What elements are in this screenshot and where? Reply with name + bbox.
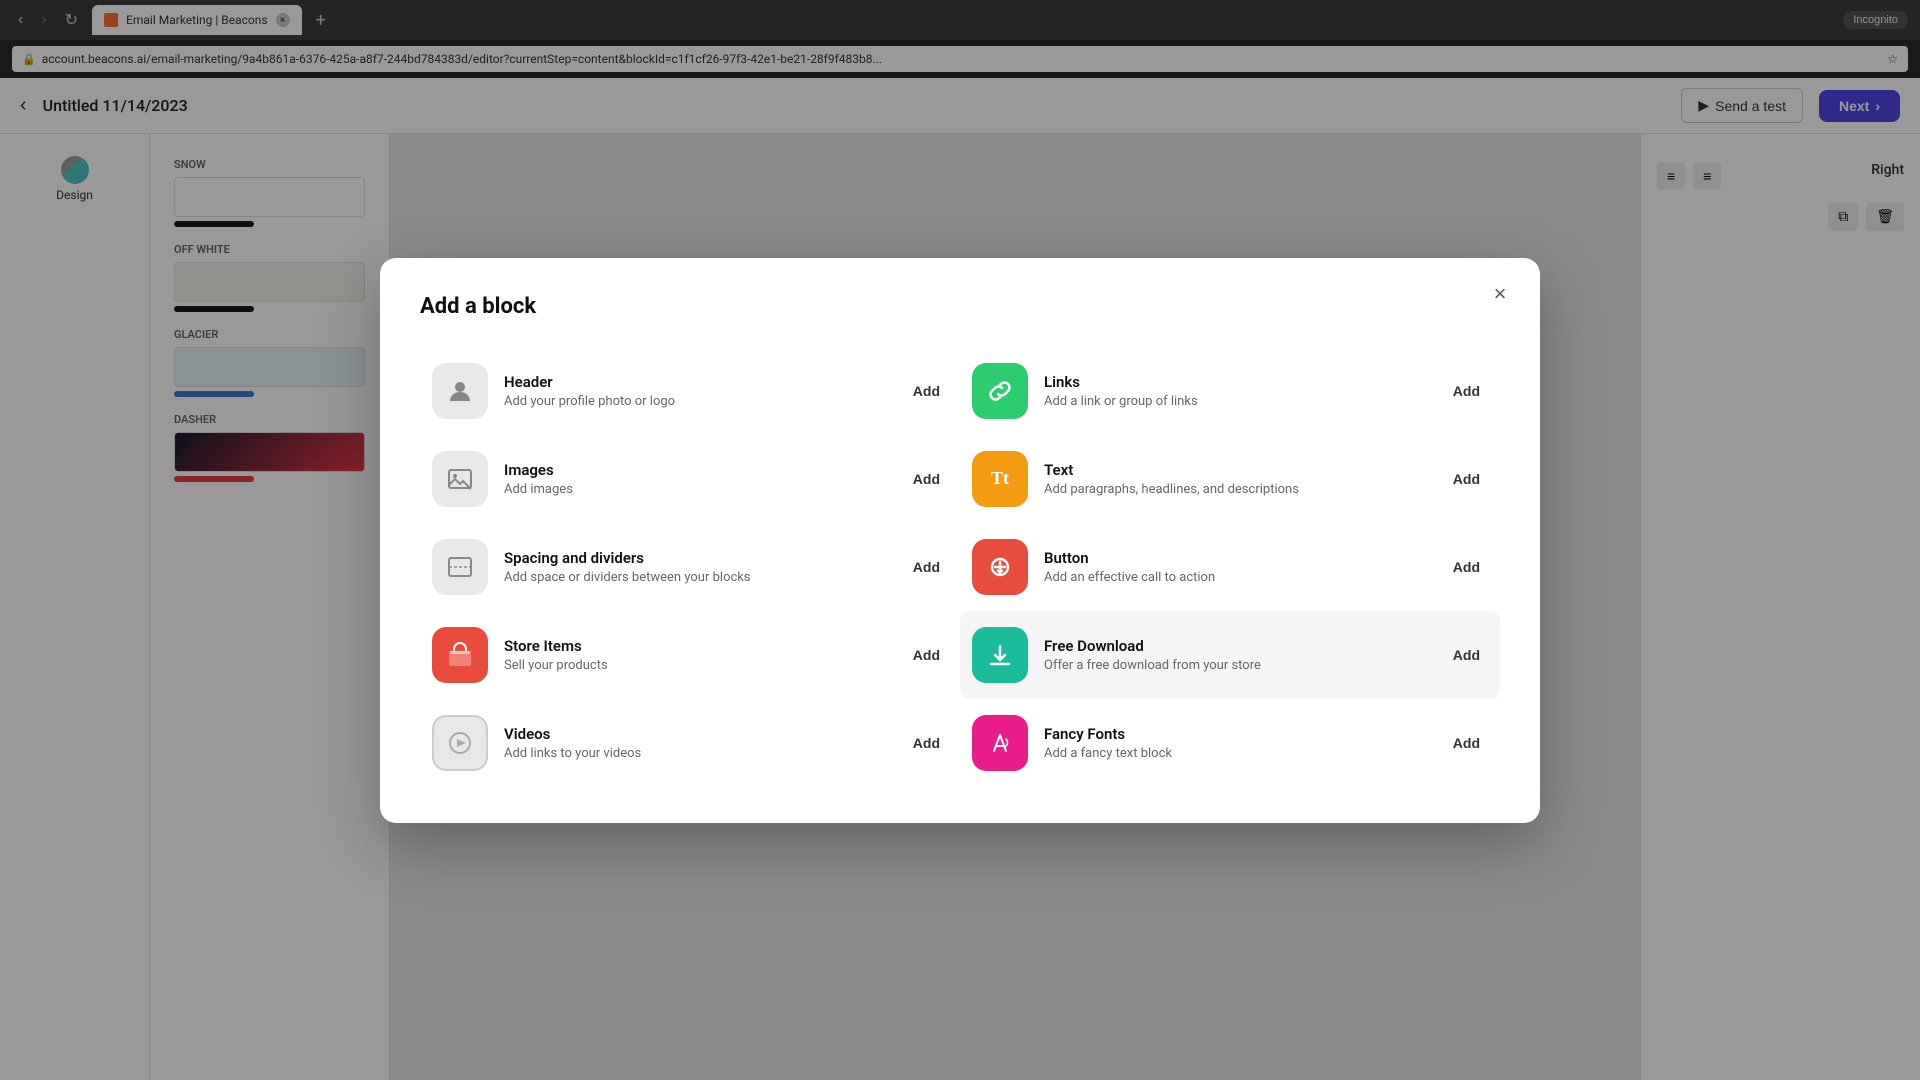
images-block-name: Images <box>504 461 889 479</box>
spacing-block-name: Spacing and dividers <box>504 549 889 567</box>
images-block-desc: Add images <box>504 482 889 497</box>
videos-icon <box>432 715 488 771</box>
block-item-videos[interactable]: Videos Add links to your videos Add <box>420 699 960 787</box>
videos-block-desc: Add links to your videos <box>504 746 889 761</box>
spacing-block-info: Spacing and dividers Add space or divide… <box>504 549 889 585</box>
fancyfonts-block-desc: Add a fancy text block <box>1044 746 1429 761</box>
app-container: ‹ Untitled 11/14/2023 ▶ Send a test Next… <box>0 78 1920 1080</box>
fancyfonts-add-button[interactable]: Add <box>1445 729 1488 757</box>
videos-block-info: Videos Add links to your videos <box>504 725 889 761</box>
button-block-desc: Add an effective call to action <box>1044 570 1429 585</box>
links-block-info: Links Add a link or group of links <box>1044 373 1429 409</box>
modal-close-button[interactable]: × <box>1484 278 1516 310</box>
modal-right-column: Links Add a link or group of links Add T… <box>960 347 1500 787</box>
store-add-button[interactable]: Add <box>905 641 948 669</box>
modal-grid: Header Add your profile photo or logo Ad… <box>420 347 1500 787</box>
text-add-button[interactable]: Add <box>1445 465 1488 493</box>
links-icon <box>972 363 1028 419</box>
block-item-links[interactable]: Links Add a link or group of links Add <box>960 347 1500 435</box>
block-item-spacing[interactable]: Spacing and dividers Add space or divide… <box>420 523 960 611</box>
block-item-header[interactable]: Header Add your profile photo or logo Ad… <box>420 347 960 435</box>
spacing-add-button[interactable]: Add <box>905 553 948 581</box>
images-icon <box>432 451 488 507</box>
spacing-block-desc: Add space or dividers between your block… <box>504 570 889 585</box>
modal-overlay[interactable]: Add a block × Header <box>0 0 1920 1080</box>
videos-add-button[interactable]: Add <box>905 729 948 757</box>
header-block-info: Header Add your profile photo or logo <box>504 373 889 409</box>
text-block-info: Text Add paragraphs, headlines, and desc… <box>1044 461 1429 497</box>
header-add-button[interactable]: Add <box>905 377 948 405</box>
button-add-button[interactable]: Add <box>1445 553 1488 581</box>
videos-block-name: Videos <box>504 725 889 743</box>
freedownload-block-desc: Offer a free download from your store <box>1044 658 1429 673</box>
fancyfonts-icon <box>972 715 1028 771</box>
store-icon <box>432 627 488 683</box>
images-block-info: Images Add images <box>504 461 889 497</box>
store-block-name: Store Items <box>504 637 889 655</box>
links-block-name: Links <box>1044 373 1429 391</box>
block-item-store[interactable]: Store Items Sell your products Add <box>420 611 960 699</box>
links-add-button[interactable]: Add <box>1445 377 1488 405</box>
block-item-text[interactable]: Tt Text Add paragraphs, headlines, and d… <box>960 435 1500 523</box>
block-item-button[interactable]: Button Add an effective call to action A… <box>960 523 1500 611</box>
freedownload-icon <box>972 627 1028 683</box>
modal-left-column: Header Add your profile photo or logo Ad… <box>420 347 960 787</box>
links-block-desc: Add a link or group of links <box>1044 394 1429 409</box>
store-block-info: Store Items Sell your products <box>504 637 889 673</box>
modal-title: Add a block <box>420 294 1500 319</box>
block-item-images[interactable]: Images Add images Add <box>420 435 960 523</box>
header-block-desc: Add your profile photo or logo <box>504 394 889 409</box>
store-block-desc: Sell your products <box>504 658 889 673</box>
freedownload-block-name: Free Download <box>1044 637 1429 655</box>
add-block-modal: Add a block × Header <box>380 258 1540 823</box>
block-item-freedownload[interactable]: Free Download Offer a free download from… <box>960 611 1500 699</box>
images-add-button[interactable]: Add <box>905 465 948 493</box>
freedownload-add-button[interactable]: Add <box>1445 641 1488 669</box>
header-block-name: Header <box>504 373 889 391</box>
fancyfonts-block-name: Fancy Fonts <box>1044 725 1429 743</box>
text-block-desc: Add paragraphs, headlines, and descripti… <box>1044 482 1429 497</box>
header-icon <box>432 363 488 419</box>
button-block-info: Button Add an effective call to action <box>1044 549 1429 585</box>
freedownload-block-info: Free Download Offer a free download from… <box>1044 637 1429 673</box>
button-icon <box>972 539 1028 595</box>
fancyfonts-block-info: Fancy Fonts Add a fancy text block <box>1044 725 1429 761</box>
block-item-fancyfonts[interactable]: Fancy Fonts Add a fancy text block Add <box>960 699 1500 787</box>
button-block-name: Button <box>1044 549 1429 567</box>
spacing-icon <box>432 539 488 595</box>
text-block-name: Text <box>1044 461 1429 479</box>
text-icon: Tt <box>972 451 1028 507</box>
